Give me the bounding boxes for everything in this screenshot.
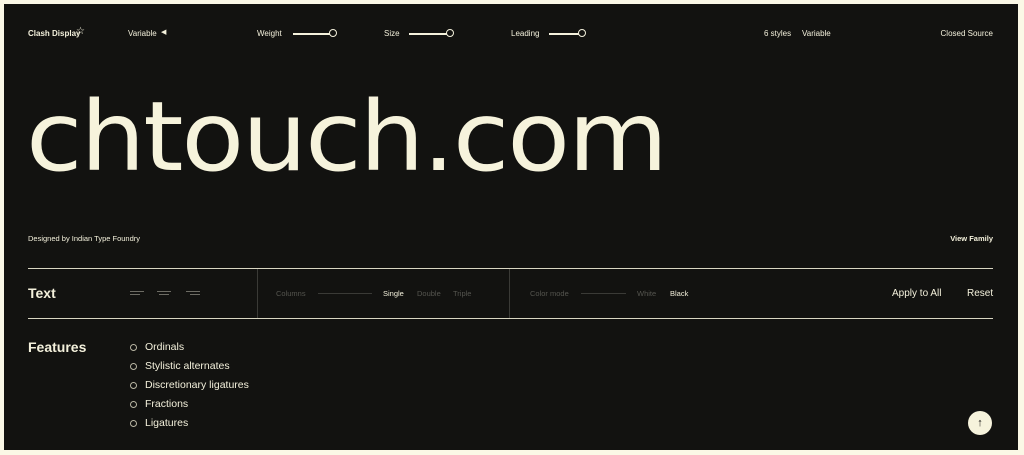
size-slider-track[interactable]: [409, 33, 449, 35]
color-option-black[interactable]: Black: [670, 289, 688, 298]
leading-slider-handle[interactable]: [578, 29, 586, 37]
weight-slider-track[interactable]: [293, 33, 333, 35]
weight-label: Weight: [257, 29, 282, 38]
star-outline-icon[interactable]: ☆: [76, 26, 85, 37]
column-divider-1: [257, 269, 258, 318]
feature-label: Stylistic alternates: [145, 360, 230, 372]
column-option-triple[interactable]: Triple: [453, 289, 471, 298]
feature-discretionary-ligatures[interactable]: Discretionary ligatures: [130, 378, 249, 392]
variable-tag: Variable: [802, 29, 831, 38]
column-option-single[interactable]: Single: [383, 289, 404, 298]
font-tester-panel: Clash Display ☆ Variable ◀ Weight Size L…: [4, 4, 1018, 450]
arrow-up-icon: ↑: [977, 417, 983, 429]
radio-icon[interactable]: [130, 419, 137, 427]
radio-icon[interactable]: [130, 362, 137, 370]
variable-dropdown-label[interactable]: Variable: [128, 29, 157, 38]
size-label: Size: [384, 29, 400, 38]
radio-icon[interactable]: [130, 343, 137, 351]
column-divider-2: [509, 269, 510, 318]
feature-fractions[interactable]: Fractions: [130, 397, 188, 411]
reset-button[interactable]: Reset: [967, 288, 993, 299]
align-center-icon[interactable]: [157, 291, 171, 298]
radio-icon[interactable]: [130, 381, 137, 389]
apply-to-all-button[interactable]: Apply to All: [892, 288, 941, 299]
features-section-title: Features: [28, 339, 87, 355]
license-label: Closed Source: [940, 29, 993, 38]
designer-credit: Designed by Indian Type Foundry: [28, 234, 141, 243]
radio-icon[interactable]: [130, 400, 137, 408]
scroll-to-top-button[interactable]: ↑: [968, 411, 992, 435]
styles-count: 6 styles: [764, 29, 792, 38]
feature-label: Discretionary ligatures: [145, 379, 249, 391]
view-family-link[interactable]: View Family: [950, 234, 993, 243]
feature-label: Ligatures: [145, 417, 189, 429]
font-name[interactable]: Clash Display: [28, 29, 80, 38]
feature-ordinals[interactable]: Ordinals: [130, 340, 184, 354]
top-divider: [28, 268, 993, 269]
color-option-white[interactable]: White: [637, 289, 656, 298]
align-left-icon[interactable]: [130, 291, 144, 298]
align-right-icon[interactable]: [186, 291, 200, 298]
weight-slider-handle[interactable]: [329, 29, 337, 37]
leading-label: Leading: [511, 29, 540, 38]
feature-ligatures[interactable]: Ligatures: [130, 416, 188, 430]
feature-label: Ordinals: [145, 341, 185, 353]
bottom-divider: [28, 318, 993, 319]
caret-left-icon[interactable]: ◀: [161, 28, 166, 36]
feature-label: Fractions: [145, 398, 189, 410]
columns-rule: [318, 293, 372, 294]
column-option-double[interactable]: Double: [417, 289, 441, 298]
color-mode-rule: [581, 293, 626, 294]
feature-stylistic-alternates[interactable]: Stylistic alternates: [130, 359, 230, 373]
size-slider-handle[interactable]: [446, 29, 454, 37]
text-section-title: Text: [28, 285, 56, 301]
preview-text[interactable]: chtouch.com: [26, 82, 668, 192]
color-mode-label: Color mode: [530, 289, 569, 298]
columns-label: Columns: [276, 289, 306, 298]
